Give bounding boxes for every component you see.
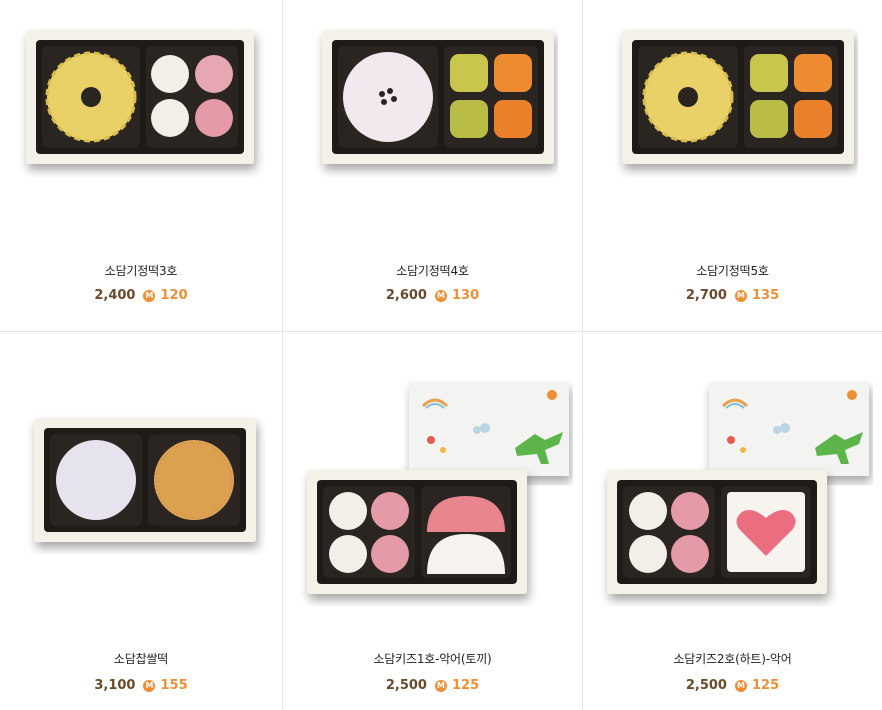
product-name[interactable]: 소담기정떡4호 — [283, 262, 582, 279]
mileage-m-icon: M — [143, 290, 156, 302]
product-image[interactable] — [283, 0, 582, 240]
product-grid: 소담기정떡3호 2,400 M 120 소담기정떡4호 2,600 M 130 … — [0, 0, 882, 710]
product-mileage: 120 — [160, 288, 188, 303]
product-name[interactable]: 소담키즈1호-악어(토끼) — [283, 650, 582, 667]
product-mileage: 130 — [451, 288, 480, 303]
product-price: 2,500 — [385, 678, 427, 693]
product-card[interactable]: 소담기정떡3호 2,400 M 120 — [0, 0, 283, 332]
mileage-m-icon: M — [734, 680, 747, 692]
product-image[interactable] — [583, 0, 882, 240]
product-card[interactable]: 소담찹쌀떡 3,100 M 155 — [0, 332, 283, 710]
product-price-row: 2,600 M 130 — [283, 288, 582, 303]
mileage-m-icon: M — [143, 680, 156, 692]
product-card[interactable]: 소담키즈1호-악어(토끼) 2,500 M 125 — [283, 332, 583, 710]
product-mileage: 135 — [751, 288, 780, 303]
product-price: 2,400 — [94, 288, 136, 303]
mileage-m-icon: M — [434, 680, 447, 692]
product-price-row: 2,500 M 125 — [283, 678, 582, 693]
product-price: 2,600 — [385, 288, 427, 303]
product-image[interactable] — [283, 332, 582, 632]
product-name[interactable]: 소담기정떡3호 — [0, 262, 282, 279]
product-image[interactable] — [0, 0, 282, 240]
product-name[interactable]: 소담찹쌀떡 — [0, 650, 282, 667]
product-name[interactable]: 소담기정떡5호 — [583, 262, 882, 279]
product-image[interactable] — [0, 332, 282, 632]
mileage-m-icon: M — [434, 290, 447, 302]
product-image[interactable] — [583, 332, 882, 632]
product-price-row: 3,100 M 155 — [0, 678, 282, 693]
product-mileage: 125 — [451, 678, 480, 693]
product-name[interactable]: 소담키즈2호(하트)-악어 — [583, 650, 882, 667]
product-card[interactable]: 소담기정떡5호 2,700 M 135 — [583, 0, 882, 332]
product-price: 2,700 — [685, 288, 727, 303]
product-mileage: 125 — [751, 678, 780, 693]
product-card[interactable]: 소담키즈2호(하트)-악어 2,500 M 125 — [583, 332, 882, 710]
product-mileage: 155 — [160, 678, 188, 693]
product-price: 3,100 — [94, 678, 136, 693]
product-card[interactable]: 소담기정떡4호 2,600 M 130 — [283, 0, 583, 332]
mileage-m-icon: M — [734, 290, 747, 302]
product-price-row: 2,700 M 135 — [583, 288, 882, 303]
product-price-row: 2,400 M 120 — [0, 288, 282, 303]
product-price-row: 2,500 M 125 — [583, 678, 882, 693]
product-price: 2,500 — [685, 678, 727, 693]
